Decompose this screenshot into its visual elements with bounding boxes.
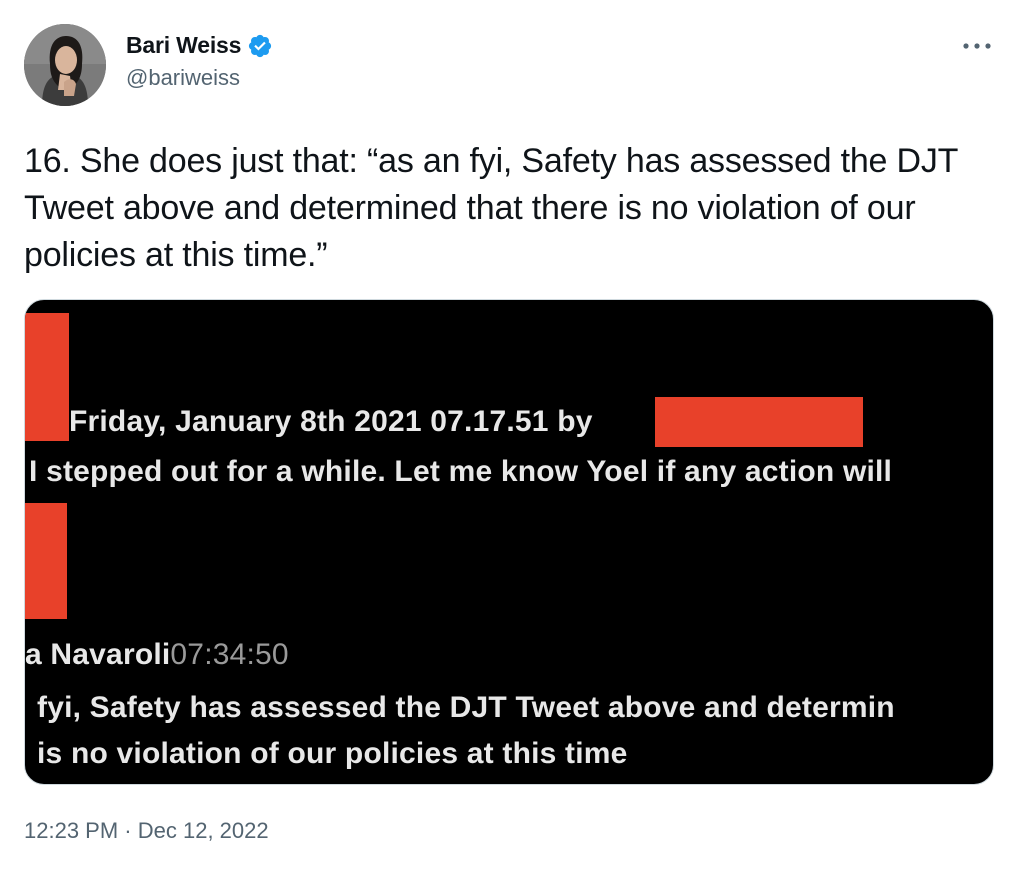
tweet-text: 16. She does just that: “as an fyi, Safe… xyxy=(24,142,958,274)
avatar[interactable] xyxy=(24,24,106,106)
media-line-reply-cont: is no violation of our policies at this … xyxy=(37,737,628,770)
tweet-date: Dec 12, 2022 xyxy=(137,818,269,843)
redaction-block xyxy=(25,503,67,619)
author-info: Bari Weiss @bariweiss xyxy=(126,32,273,91)
name-row: Bari Weiss xyxy=(126,32,273,59)
redaction-block xyxy=(655,397,863,447)
media-sender-time: 07:34:50 xyxy=(170,638,289,671)
media-line-reply: fyi, Safety has assessed the DJT Tweet a… xyxy=(37,691,895,724)
more-options-button[interactable] xyxy=(960,36,994,56)
tweet-timestamp[interactable]: 12:23 PM · Dec 12, 2022 xyxy=(24,818,269,844)
more-options-icon xyxy=(963,43,991,49)
author-handle[interactable]: @bariweiss xyxy=(126,65,273,91)
tweet-media-image[interactable]: Friday, January 8th 2021 07.17.51 by I s… xyxy=(24,299,994,785)
media-sender-name: a Navaroli xyxy=(25,638,171,671)
profile-photo xyxy=(24,24,106,106)
media-line-message: I stepped out for a while. Let me know Y… xyxy=(29,455,893,488)
media-line-sender: a Navaroli07:34:50 xyxy=(25,638,289,672)
tweet-time: 12:23 PM xyxy=(24,818,119,843)
verified-badge-icon xyxy=(247,33,273,59)
redaction-block xyxy=(25,313,69,441)
timestamp-separator: · xyxy=(124,818,132,843)
author-display-name[interactable]: Bari Weiss xyxy=(126,32,241,59)
media-line-date: Friday, January 8th 2021 07.17.51 by xyxy=(69,405,593,438)
tweet-card: Bari Weiss @bariweiss 16. She does just … xyxy=(0,0,1024,875)
